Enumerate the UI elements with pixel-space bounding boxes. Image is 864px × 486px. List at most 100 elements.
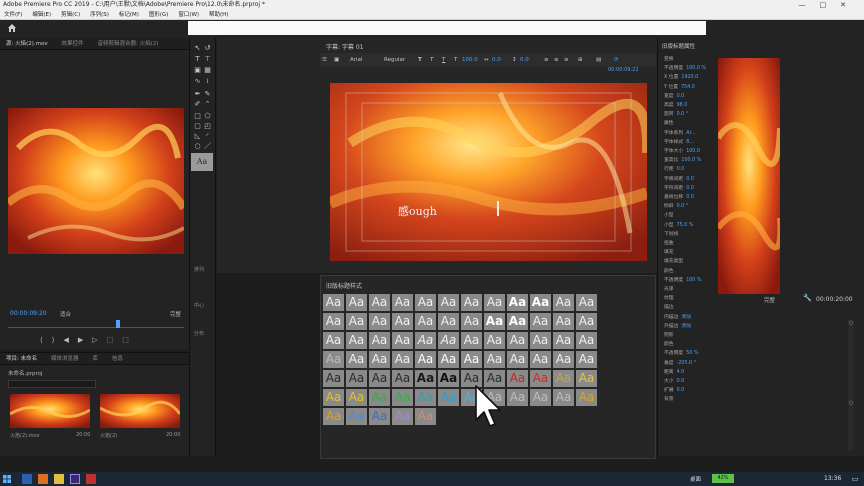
style-swatch[interactable]: Aa [392, 351, 413, 368]
vertical-scrollbar[interactable]: ○ ○ [848, 320, 854, 450]
property-value[interactable]: 754.0 [681, 85, 695, 90]
style-swatch[interactable]: Aa [553, 332, 574, 349]
property-value[interactable]: Ar... [686, 131, 695, 136]
new-title-icon[interactable]: ▣ [334, 57, 339, 63]
sequence-thumbnail[interactable] [100, 394, 180, 428]
vertical-type-tool-icon[interactable]: ⊤ [203, 55, 212, 64]
rounded-corner-tool-icon[interactable]: ◰ [203, 122, 212, 131]
style-swatch[interactable]: Aa [369, 351, 390, 368]
style-swatch[interactable]: Aa [415, 370, 436, 387]
wrench-icon[interactable]: 🔧 [803, 294, 812, 303]
tab-source[interactable]: 源: 火焰(2).mov [0, 38, 54, 49]
menu-file[interactable]: 文件(F) [0, 10, 26, 20]
show-background-icon[interactable]: ▤ [596, 57, 601, 63]
align-center-icon[interactable]: ≡ [554, 57, 559, 63]
style-swatch[interactable]: Aa [553, 389, 574, 406]
style-swatch[interactable]: Aa [461, 351, 482, 368]
style-swatch[interactable]: Aa [576, 294, 597, 311]
menu-graphics[interactable]: 图形(G) [145, 10, 173, 20]
tab-project[interactable]: 项目: 未命名 [0, 353, 43, 364]
style-swatch[interactable]: Aa [553, 294, 574, 311]
align-left-icon[interactable]: ≡ [544, 57, 549, 63]
style-swatch[interactable]: Aa [392, 332, 413, 349]
taskbar-app-icon[interactable] [86, 474, 96, 484]
wedge-tool-icon[interactable]: ◺ [193, 132, 202, 141]
windows-start-icon[interactable] [2, 474, 12, 484]
style-swatch[interactable]: Aa [530, 389, 551, 406]
style-swatch[interactable]: Aa [438, 389, 459, 406]
ellipse-tool-icon[interactable]: ○ [193, 142, 202, 151]
menu-window[interactable]: 窗口(W) [174, 10, 203, 20]
project-search-input[interactable] [8, 380, 96, 388]
source-timecode[interactable]: 00:00:09:20 [10, 310, 47, 317]
title-canvas[interactable]: 感ough [330, 83, 647, 261]
style-swatch[interactable]: Aa [530, 351, 551, 368]
clip-thumbnail[interactable] [10, 394, 90, 428]
rectangle-tool-icon[interactable]: □ [193, 112, 202, 121]
pen-tool-icon[interactable]: ✒ [193, 90, 202, 99]
style-swatch[interactable]: Aa [392, 408, 413, 425]
tab-media-browser[interactable]: 媒体浏览器 [45, 353, 85, 364]
style-swatch[interactable]: Aa [369, 408, 390, 425]
property-value[interactable]: -205.0 ° [677, 361, 696, 366]
toggle-menu-icon[interactable]: ☰ [322, 57, 327, 63]
line-tool-icon[interactable]: ／ [203, 142, 212, 151]
style-swatch[interactable]: Aa [576, 313, 597, 330]
taskbar-premiere-icon[interactable] [70, 474, 80, 484]
path-type-tool-icon[interactable]: ∿ [193, 77, 202, 86]
taskbar-clock[interactable]: 13:36 [824, 475, 841, 482]
property-value[interactable]: 0.0 ° [677, 112, 689, 117]
source-fit-dropdown[interactable]: 适合 [60, 310, 71, 318]
property-value[interactable]: 75.0 % [677, 223, 694, 228]
bold-button[interactable]: T [418, 57, 422, 63]
title-timecode[interactable]: 00:00:09:22 [608, 67, 639, 73]
style-swatch[interactable]: Aa [369, 313, 390, 330]
style-swatch[interactable]: Aa [369, 294, 390, 311]
rotation-tool-icon[interactable]: ↺ [203, 44, 212, 53]
tab-effect-controls[interactable]: 效果控件 [56, 38, 90, 49]
property-value[interactable]: R... [686, 140, 694, 145]
font-family-dropdown[interactable]: Arial [350, 57, 362, 63]
notification-icon[interactable]: ▭ [850, 474, 860, 484]
style-swatch[interactable]: Aa [369, 332, 390, 349]
tab-audio-clip-mixer[interactable]: 音频剪辑混合器: 火焰(2) [91, 38, 164, 49]
style-swatch[interactable]: Aa [323, 313, 344, 330]
style-swatch[interactable]: Aa [415, 351, 436, 368]
style-swatch[interactable]: Aa [576, 351, 597, 368]
style-swatch[interactable]: Aa [507, 332, 528, 349]
area-type-tool-icon[interactable]: ▣ [193, 66, 202, 75]
property-value[interactable]: 98.0 [677, 103, 688, 108]
canvas-title-text[interactable]: 感ough [398, 205, 437, 218]
style-swatch[interactable]: Aa [323, 370, 344, 387]
leading-value[interactable]: 0.0 [520, 57, 529, 63]
source-resolution-dropdown[interactable]: 完整 [170, 310, 181, 318]
style-swatch[interactable]: Aa [392, 370, 413, 387]
font-style-dropdown[interactable]: Regular [384, 57, 405, 63]
property-value[interactable]: 添加 [681, 315, 691, 320]
underline-button[interactable]: T [442, 57, 445, 63]
window-controls[interactable]: —□✕ [799, 0, 860, 10]
style-swatch[interactable]: Aa [323, 332, 344, 349]
sync-icon[interactable]: ⟳ [614, 57, 619, 63]
property-value[interactable]: 50 % [686, 351, 698, 356]
style-swatch[interactable]: Aa [323, 389, 344, 406]
property-value[interactable]: 100 % [686, 278, 701, 283]
menu-clip[interactable]: 剪辑(C) [57, 10, 84, 20]
clipped-corner-tool-icon[interactable]: ⬠ [203, 112, 212, 121]
style-swatch[interactable]: Aa [461, 313, 482, 330]
style-swatch[interactable]: Aa [346, 408, 367, 425]
italic-button[interactable]: T [430, 57, 433, 63]
kerning-value[interactable]: 0.0 [492, 57, 501, 63]
menu-sequence[interactable]: 序列(S) [86, 10, 113, 20]
home-icon[interactable] [7, 23, 17, 33]
menu-edit[interactable]: 编辑(E) [28, 10, 55, 20]
style-swatch[interactable]: Aa [530, 313, 551, 330]
rounded-rect-tool-icon[interactable]: ▢ [193, 122, 202, 131]
taskbar-folder-icon[interactable] [54, 474, 64, 484]
program-resolution-dropdown[interactable]: 完整 [764, 296, 775, 304]
style-swatch[interactable]: Aa [415, 332, 436, 349]
style-swatch[interactable]: Aa [323, 294, 344, 311]
style-swatch[interactable]: Aa [576, 389, 597, 406]
tab-info[interactable]: 信息 [106, 353, 129, 364]
align-right-icon[interactable]: ≡ [564, 57, 569, 63]
